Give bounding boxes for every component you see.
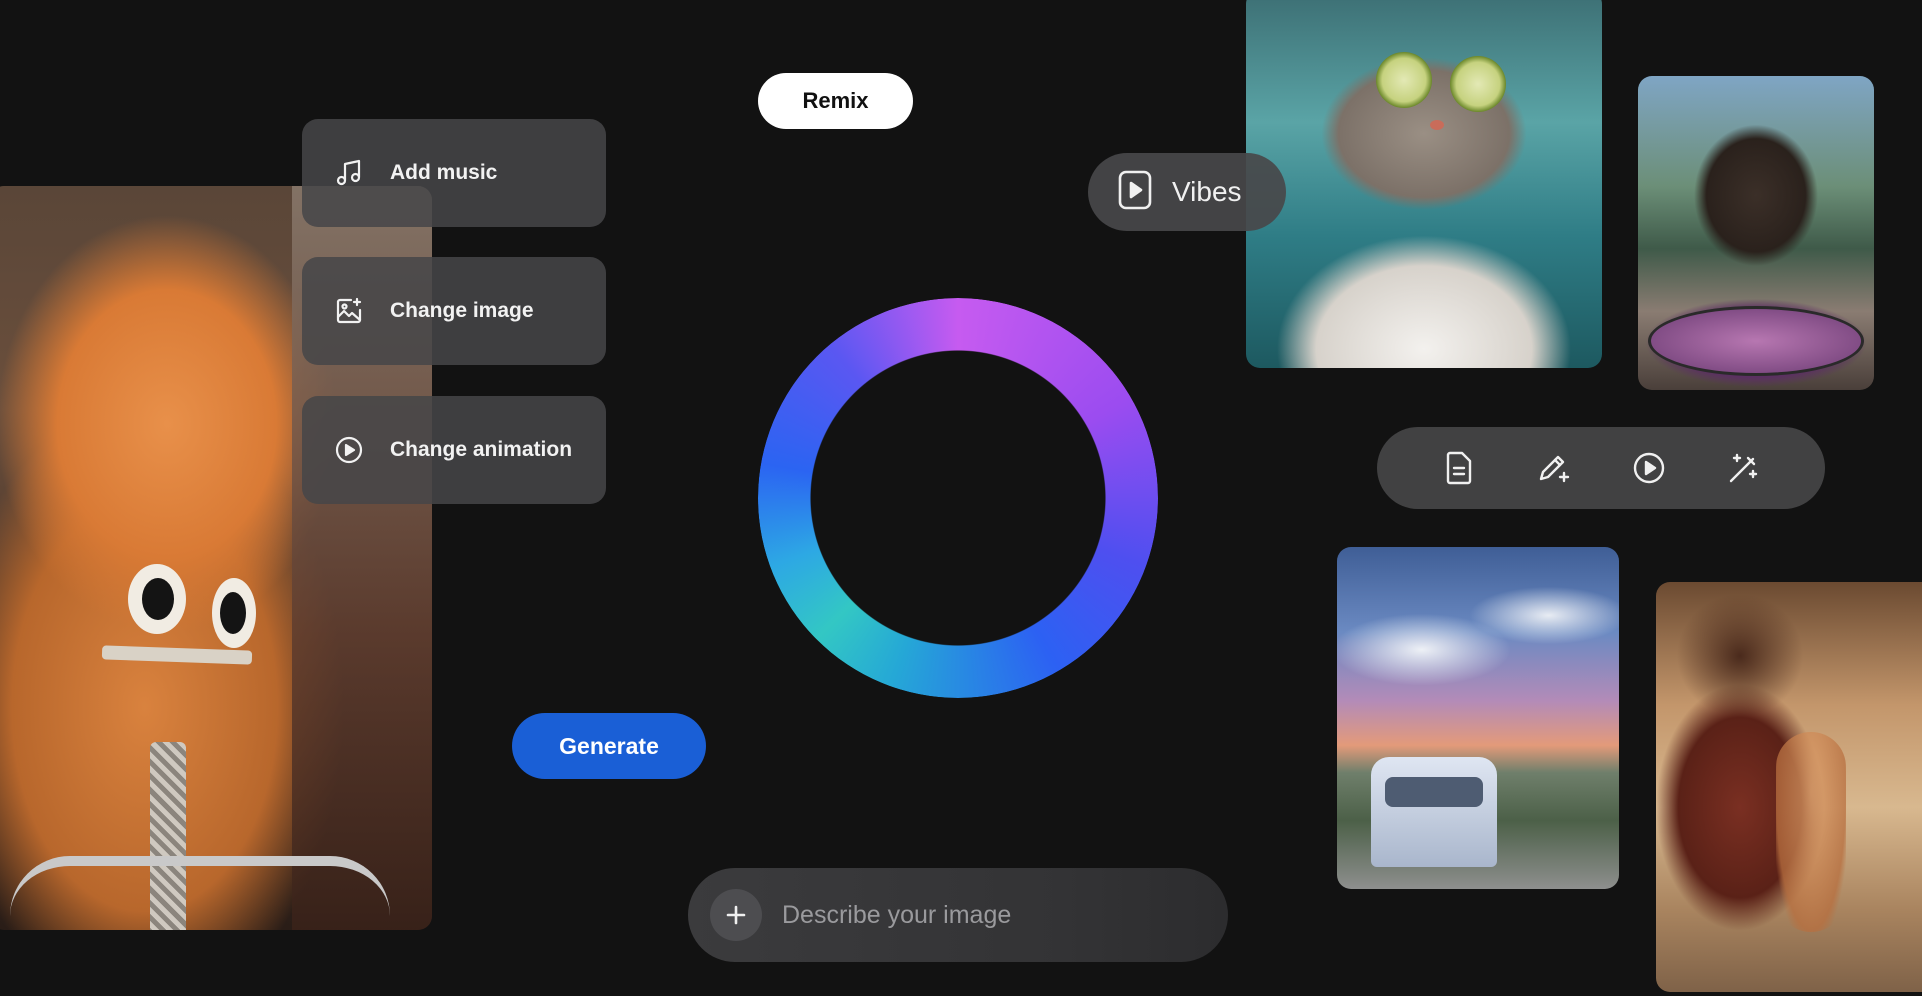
music-note-icon [332,156,366,190]
monster-mouth [101,645,253,665]
describe-image-input[interactable] [782,900,1182,930]
plus-icon[interactable] [710,889,762,941]
pencil-sparkle-icon[interactable] [1532,446,1576,490]
edit-toolbar [1377,427,1825,509]
play-circle-icon[interactable] [1627,446,1671,490]
add-music-label: Add music [390,161,498,184]
van [1371,757,1497,867]
prompt-bar [688,868,1228,962]
play-circle-icon [332,433,366,467]
cucumber-slice-left [1376,52,1432,108]
background-player [1776,732,1846,932]
cat-in-robe-photo [1246,0,1602,368]
soccer-player-photo [1656,582,1922,992]
monster-eye-right [212,578,256,648]
add-music-option[interactable]: Add music [302,119,606,227]
change-animation-label: Change animation [390,438,573,461]
vibes-pill[interactable]: Vibes [1088,153,1286,231]
change-animation-option[interactable]: Change animation [302,396,606,504]
generate-button[interactable]: Generate [512,713,706,779]
trampoline [1648,306,1864,376]
monster-eye-left [128,564,186,634]
change-image-option[interactable]: Change image [302,257,606,365]
magic-wand-icon[interactable] [1722,446,1766,490]
remix-button[interactable]: Remix [758,73,913,129]
image-sparkle-icon [332,294,366,328]
document-icon[interactable] [1437,446,1481,490]
loading-ring [758,298,1158,698]
vibes-label: Vibes [1172,176,1242,207]
cat-nose [1430,120,1444,130]
change-image-label: Change image [390,299,534,322]
cucumber-slice-right [1450,56,1506,112]
moose-trampoline-photo [1638,76,1874,390]
anime-van-photo [1337,547,1619,889]
play-square-icon [1118,170,1152,215]
bike-handlebars [10,856,390,916]
